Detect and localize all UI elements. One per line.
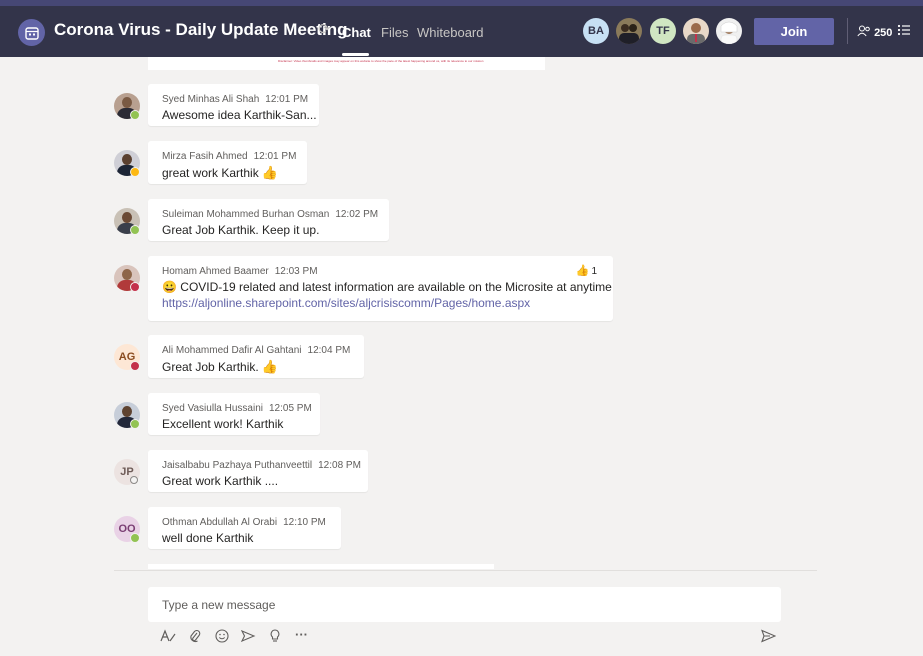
compose-box[interactable]: Type a new message [148, 587, 781, 622]
status-busy-indicator [130, 361, 140, 371]
message-time: 12:01 PM [253, 151, 297, 162]
participant-avatar[interactable] [616, 18, 642, 44]
image-disclaimer: Disclaimer: Video thumbnails and images … [278, 59, 484, 63]
message-author[interactable]: Syed Vasiulla Hussaini [162, 403, 263, 414]
participant-avatar[interactable]: BA [583, 18, 609, 44]
format-icon[interactable] [160, 629, 176, 646]
smiley-icon: 😀 [162, 280, 177, 294]
participant-count: 250 [874, 27, 893, 39]
meeting-header: Corona Virus - Daily Update Meeting ⟳ Ch… [0, 6, 923, 57]
message-input[interactable]: Type a new message [162, 598, 275, 612]
message-author[interactable]: Suleiman Mohammed Burhan Osman [162, 209, 329, 220]
message-bubble-partial [148, 564, 494, 569]
thumbs-up-icon: 👍 [261, 359, 278, 374]
reaction-count: 1 [591, 266, 597, 277]
message-bubble[interactable]: Homam Ahmed Baamer 12:03 PM 👍 1 😀 COVID-19… [148, 256, 613, 321]
message-author[interactable]: Ali Mohammed Dafir Al Gahtani [162, 345, 302, 356]
message-time: 12:10 PM [283, 517, 326, 528]
praise-icon[interactable] [269, 629, 281, 646]
message-text: Great work Karthik .... [162, 474, 279, 488]
send-icon[interactable] [761, 629, 777, 646]
participants-button[interactable]: 250 [857, 25, 892, 39]
message-author[interactable]: Othman Abdullah Al Orabi [162, 517, 277, 528]
meet-now-icon[interactable] [240, 629, 256, 646]
message-text: COVID-19 related and latest information … [180, 280, 612, 294]
message-text: Great Job Karthik. [162, 360, 259, 374]
message-bubble[interactable]: Syed Minhas Ali Shah 12:01 PM Awesome ide… [148, 84, 319, 126]
status-busy-indicator [130, 282, 140, 292]
message-bubble[interactable]: Othman Abdullah Al Orabi 12:10 PM well do… [148, 507, 341, 549]
participant-avatar[interactable] [683, 18, 709, 44]
message-time: 12:05 PM [268, 403, 312, 414]
message-text: Awesome idea Karthik-San... [162, 108, 317, 122]
thumbs-up-icon: 👍 [261, 165, 278, 180]
status-away-indicator [130, 167, 140, 177]
message-time: 12:01 PM [265, 94, 309, 105]
previous-message-bubble: Disclaimer: Video thumbnails and images … [148, 57, 545, 70]
meeting-title: Corona Virus - Daily Update Meeting [54, 20, 348, 39]
tab-whiteboard[interactable]: Whiteboard [417, 25, 483, 40]
status-offline-indicator [130, 476, 138, 484]
message-author[interactable]: Mirza Fasih Ahmed [162, 151, 248, 162]
message-author[interactable]: Homam Ahmed Baamer [162, 266, 269, 277]
message-time: 12:08 PM [318, 460, 361, 471]
calendar-icon[interactable] [18, 19, 45, 46]
more-options-icon[interactable]: ··· [295, 627, 308, 642]
header-divider [847, 18, 848, 44]
status-available-indicator [130, 225, 140, 235]
message-text: Excellent work! Karthik [162, 417, 284, 431]
message-bubble[interactable]: Mirza Fasih Ahmed 12:01 PM great work Kar… [148, 141, 307, 184]
message-text: well done Karthik [162, 531, 254, 545]
message-time: 12:02 PM [335, 209, 379, 220]
tab-chat[interactable]: Chat [342, 25, 371, 40]
participant-avatar[interactable]: TF [650, 18, 676, 44]
message-time: 12:04 PM [307, 345, 351, 356]
reaction-like[interactable]: 👍 1 [576, 264, 597, 277]
participant-avatar[interactable] [716, 18, 742, 44]
message-bubble[interactable]: Ali Mohammed Dafir Al Gahtani 12:04 PM Gr… [148, 335, 364, 378]
people-icon [857, 25, 874, 39]
microsite-link[interactable]: https://aljonline.sharepoint.com/sites/a… [162, 296, 530, 310]
status-available-indicator [130, 533, 140, 543]
message-bubble[interactable]: Syed Vasiulla Hussaini 12:05 PM Excellent… [148, 393, 320, 435]
meeting-chat-list-icon[interactable] [897, 23, 911, 37]
message-time: 12:03 PM [274, 266, 318, 277]
message-bubble[interactable]: Jaisalbabu Pazhaya Puthanveettil 12:08 PM… [148, 450, 368, 492]
message-author[interactable]: Syed Minhas Ali Shah [162, 94, 259, 105]
message-author[interactable]: Jaisalbabu Pazhaya Puthanveettil [162, 460, 312, 471]
emoji-icon[interactable] [215, 629, 229, 646]
message-text: great work Karthik [162, 166, 259, 180]
message-bubble[interactable]: Suleiman Mohammed Burhan Osman 12:02 PM G… [148, 199, 389, 241]
attach-icon[interactable] [189, 629, 201, 646]
refresh-icon[interactable]: ⟳ [318, 20, 331, 38]
compose-divider [114, 570, 817, 571]
status-available-indicator [130, 419, 140, 429]
message-text: Great Job Karthik. Keep it up. [162, 223, 320, 237]
thumbs-up-icon: 👍 [575, 265, 590, 277]
join-button[interactable]: Join [754, 18, 834, 45]
tab-active-indicator [342, 53, 369, 56]
tab-files[interactable]: Files [381, 25, 408, 40]
status-available-indicator [130, 110, 140, 120]
